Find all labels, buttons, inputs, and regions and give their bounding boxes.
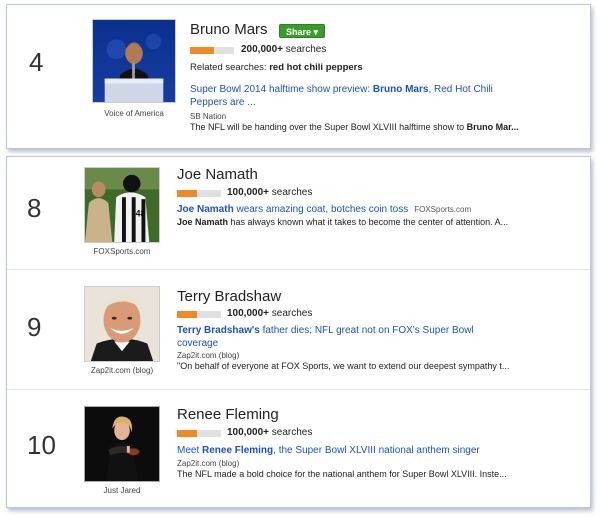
search-volume-bar-fill (177, 190, 197, 197)
search-volume-bar-fill (190, 47, 215, 54)
related-searches: Related searches: red hot chili peppers (190, 62, 363, 73)
image-source-label[interactable]: Voice of America (92, 109, 176, 118)
search-suffix: searches (269, 427, 313, 438)
news-source: FOXSports.com (414, 205, 472, 214)
search-volume-label: 200,000+ searches (241, 44, 326, 55)
headline-bold-text: Bruno Mars (372, 84, 429, 95)
search-volume-bar (177, 190, 221, 197)
headline-bold-text: Renee Fleming (202, 445, 274, 456)
image-source-label[interactable]: FOXSports.com (84, 247, 160, 256)
news-snippet: Joe Namath has always known what it take… (177, 217, 508, 227)
headline-bold-text: Terry Bradshaw's (177, 325, 260, 336)
headline-text: Meet (177, 445, 203, 456)
thumbnail-image[interactable]: 48 (84, 167, 160, 243)
trend-card-list: 8 48 FOXSports.com Joe Namath 100,000+ s… (6, 156, 591, 508)
svg-text:48: 48 (136, 209, 146, 219)
search-volume-label: 100,000+ searches (227, 187, 312, 198)
person-photo-icon (85, 287, 159, 361)
search-suffix: searches (283, 44, 327, 55)
search-volume-bar (177, 430, 221, 437)
news-snippet: The NFL will be handing over the Super B… (190, 122, 519, 132)
related-label: Related searches: (190, 62, 270, 73)
rank-number: 4 (29, 47, 44, 77)
headline-bold-text: Joe Namath (177, 204, 234, 215)
share-button[interactable]: Share ▾ (279, 24, 326, 38)
search-volume-bar (190, 47, 234, 54)
snippet-bold-text: Joe Namath (177, 217, 229, 227)
news-headline-link[interactable]: Terry Bradshaw's father dies; NFL great … (177, 324, 477, 350)
search-suffix: searches (269, 308, 313, 319)
trend-title[interactable]: Terry Bradshaw (177, 288, 281, 305)
thumbnail-image[interactable] (84, 286, 160, 362)
search-count: 200,000+ (241, 44, 283, 55)
person-photo-icon (85, 407, 159, 481)
snippet-bold-text: Bruno Mar... (466, 122, 519, 132)
trend-card-featured: 4 Voice of America Bruno Mars Share ▾ 20… (6, 4, 591, 149)
snippet-text: has always known what it takes to become… (228, 217, 509, 227)
search-suffix: searches (269, 187, 313, 198)
search-volume-bar-fill (177, 311, 197, 318)
news-headline-link[interactable]: Joe Namath wears amazing coat, botches c… (177, 203, 471, 216)
search-count: 100,000+ (227, 187, 269, 198)
thumbnail-image[interactable] (84, 406, 160, 482)
trend-row[interactable]: 9 Zap2it.com (blog) Terry Bradshaw 100,0… (7, 269, 590, 389)
trend-row[interactable]: 8 48 FOXSports.com Joe Namath 100,000+ s… (7, 157, 590, 269)
trend-row[interactable]: 4 Voice of America Bruno Mars Share ▾ 20… (7, 5, 590, 150)
headline-text: wears amazing coat, botches coin toss (233, 204, 409, 215)
image-source-label[interactable]: Zap2it.com (blog) (84, 366, 160, 375)
news-headline-link[interactable]: Super Bowl 2014 halftime show preview: B… (190, 83, 530, 109)
search-volume-label: 100,000+ searches (227, 308, 312, 319)
headline-text: Super Bowl 2014 halftime show preview: (190, 84, 373, 95)
search-count: 100,000+ (227, 427, 269, 438)
news-headline-link[interactable]: Meet Renee Fleming, the Super Bowl XLVII… (177, 444, 480, 457)
headline-text: , the Super Bowl XLVIII national anthem … (273, 445, 480, 456)
rank-number: 9 (27, 312, 42, 342)
search-volume-bar (177, 311, 221, 318)
trend-row[interactable]: 10 Just Jared Renee Fleming 100,000+ sea… (7, 389, 590, 509)
related-term-link[interactable]: red hot chili peppers (269, 62, 362, 73)
person-photo-icon (93, 20, 175, 102)
trend-title[interactable]: Renee Fleming (177, 406, 279, 423)
search-volume-bar-fill (177, 430, 197, 437)
image-source-label[interactable]: Just Jared (84, 486, 160, 495)
person-photo-icon: 48 (85, 168, 159, 242)
news-snippet: "On behalf of everyone at FOX Sports, we… (177, 361, 510, 371)
search-volume-label: 100,000+ searches (227, 427, 312, 438)
rank-number: 10 (27, 430, 56, 460)
trend-title[interactable]: Joe Namath (177, 166, 258, 183)
news-snippet: The NFL made a bold choice for the natio… (177, 469, 507, 479)
trend-title[interactable]: Bruno Mars (190, 21, 268, 38)
thumbnail-image[interactable] (92, 19, 176, 103)
search-count: 100,000+ (227, 308, 269, 319)
news-source: SB Nation (190, 112, 227, 121)
rank-number: 8 (27, 193, 42, 223)
snippet-text: The NFL will be handing over the Super B… (190, 122, 467, 132)
news-source: Zap2it.com (blog) (177, 459, 240, 468)
news-source: Zap2it.com (blog) (177, 351, 240, 360)
